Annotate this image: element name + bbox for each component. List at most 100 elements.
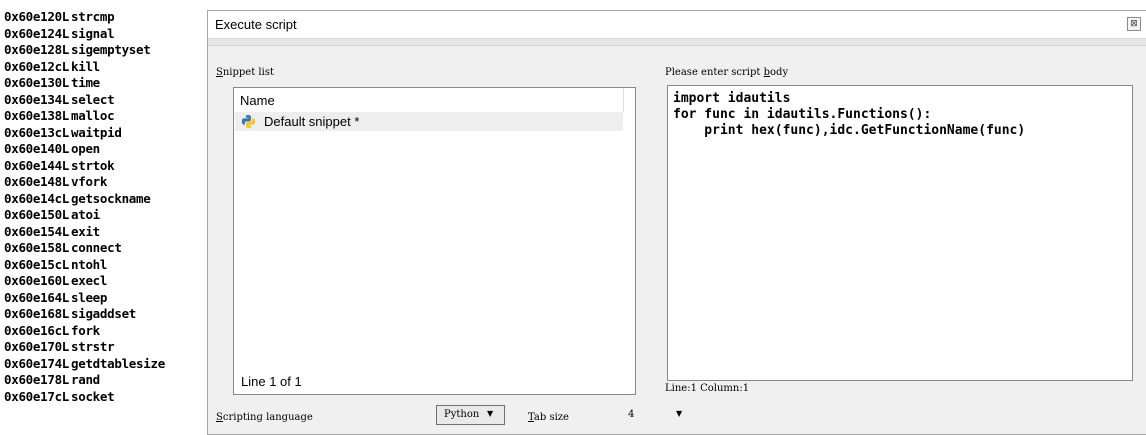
output-address: 0x60e17cL — [4, 388, 70, 404]
output-function-name: open — [71, 141, 100, 156]
snippet-item-default[interactable]: Default snippet * — [235, 112, 623, 131]
python-icon — [241, 114, 256, 129]
output-address: 0x60e124L — [4, 25, 70, 41]
close-icon[interactable]: ⊠ — [1127, 17, 1141, 31]
output-function-name: atoi — [71, 207, 100, 222]
output-row: 0x60e170L strstr — [4, 339, 115, 355]
snippet-list-header[interactable]: Name — [234, 88, 624, 113]
output-address: 0x60e16cL — [4, 322, 70, 338]
output-row: 0x60e164L sleep — [4, 290, 107, 306]
output-function-name: ntohl — [71, 256, 108, 272]
output-row: 0x60e150L atoi — [4, 207, 100, 223]
output-address: 0x60e120L — [4, 9, 70, 24]
execute-script-dialog: Execute script ⊠ Snippet list Name Defau… — [207, 10, 1146, 435]
output-row: 0x60e13cL waitpid — [4, 125, 122, 141]
output-address: 0x60e14cL — [4, 190, 70, 206]
output-row: 0x60e12cL kill — [4, 59, 100, 75]
output-function-name: connect — [71, 240, 122, 255]
output-function-name: sigaddset — [71, 306, 137, 321]
output-address: 0x60e168L — [4, 306, 70, 321]
output-address: 0x60e134L — [4, 91, 70, 107]
output-row: 0x60e17cL socket — [4, 388, 115, 405]
output-row: 0x60e148L vfork — [4, 174, 107, 190]
output-row: 0x60e138L malloc — [4, 108, 115, 124]
chevron-down-icon: ▼ — [487, 409, 494, 418]
tab-size-combo[interactable]: 4 ▼ — [618, 405, 690, 425]
output-address: 0x60e130L — [4, 75, 70, 90]
script-editor[interactable]: import idautils for func in idautils.Fun… — [667, 85, 1133, 381]
output-row: 0x60e16cL fork — [4, 323, 100, 339]
output-function-name: sigemptyset — [71, 42, 151, 57]
output-function-name: strstr — [71, 339, 115, 354]
output-address: 0x60e13cL — [4, 124, 70, 140]
output-address: 0x60e158L — [4, 240, 70, 255]
output-address: 0x60e128L — [4, 42, 70, 57]
output-function-name: strtok — [71, 157, 115, 173]
column-header-name[interactable]: Name — [240, 93, 275, 108]
output-address: 0x60e164L — [4, 289, 70, 305]
output-address: 0x60e138L — [4, 108, 70, 123]
output-address: 0x60e150L — [4, 207, 70, 222]
snippet-list[interactable]: Name Default snippet * Line 1 of 1 — [233, 87, 636, 395]
snippet-list-status: Line 1 of 1 — [241, 374, 302, 389]
output-function-name: waitpid — [71, 124, 122, 140]
output-function-name: getsockname — [71, 190, 151, 206]
dialog-titlebar[interactable]: Execute script ⊠ — [208, 11, 1146, 39]
scripting-language-select[interactable]: Python ▼ — [436, 405, 505, 425]
output-address: 0x60e174L — [4, 355, 70, 371]
output-function-name: strcmp — [71, 9, 115, 24]
output-list: 0x60e120L strcmp 0x60e124L signal 0x60e128L s… — [0, 0, 205, 427]
output-function-name: socket — [71, 388, 115, 404]
output-function-name: vfork — [71, 174, 108, 189]
output-row: 0x60e154L exit — [4, 224, 100, 240]
output-row: 0x60e128L sigemptyset — [4, 42, 151, 58]
output-row: 0x60e178L rand — [4, 372, 100, 388]
output-function-name: time — [71, 75, 100, 90]
output-row: 0x60e15cL ntohl — [4, 257, 107, 273]
output-function-name: getdtablesize — [71, 355, 165, 371]
output-address: 0x60e178L — [4, 372, 70, 387]
output-address: 0x60e140L — [4, 141, 70, 156]
output-function-name: malloc — [71, 108, 115, 123]
column-separator — [623, 88, 624, 112]
cursor-position: Line:1 Column:1 — [665, 383, 750, 394]
output-row: 0x60e160L execl — [4, 273, 107, 289]
dialog-scrollbar[interactable] — [1135, 57, 1146, 405]
output-row: 0x60e140L open — [4, 141, 100, 157]
script-code[interactable]: import idautils for func in idautils.Fun… — [673, 91, 1025, 139]
output-function-name: sleep — [71, 289, 108, 305]
output-address: 0x60e148L — [4, 174, 70, 189]
output-function-name: execl — [71, 273, 108, 288]
output-row: 0x60e124L signal — [4, 25, 115, 42]
output-address: 0x60e160L — [4, 273, 70, 288]
output-row: 0x60e168L sigaddset — [4, 306, 136, 322]
output-function-name: signal — [71, 25, 115, 41]
output-function-name: rand — [71, 372, 100, 387]
output-row: 0x60e144L strtok — [4, 157, 115, 174]
output-row: 0x60e120L strcmp — [4, 9, 115, 25]
output-address: 0x60e170L — [4, 339, 70, 354]
chevron-down-icon: ▼ — [676, 409, 683, 418]
output-row: 0x60e158L connect — [4, 240, 122, 256]
tab-size-label: Tab size — [528, 412, 569, 423]
tab-size-value: 4 — [628, 409, 635, 420]
output-function-name: exit — [71, 223, 100, 239]
output-row: 0x60e130L time — [4, 75, 100, 91]
snippet-item-label: Default snippet * — [264, 114, 360, 129]
output-function-name: fork — [71, 322, 100, 338]
output-function-name: select — [71, 91, 115, 107]
dialog-title: Execute script — [215, 17, 297, 32]
output-row: 0x60e134L select — [4, 91, 115, 108]
output-address: 0x60e12cL — [4, 58, 70, 74]
output-address: 0x60e15cL — [4, 256, 70, 272]
output-address: 0x60e154L — [4, 223, 70, 239]
scripting-language-value: Python — [444, 409, 480, 420]
dialog-separator — [208, 39, 1146, 46]
output-row: 0x60e174L getdtablesize — [4, 356, 165, 372]
scripting-language-label: Scripting language — [216, 412, 313, 423]
snippet-list-label: Snippet list — [216, 67, 274, 78]
script-body-label: Please enter script body — [665, 67, 789, 78]
output-address: 0x60e144L — [4, 157, 70, 173]
output-function-name: kill — [71, 58, 100, 74]
output-row: 0x60e14cL getsockname — [4, 190, 151, 207]
